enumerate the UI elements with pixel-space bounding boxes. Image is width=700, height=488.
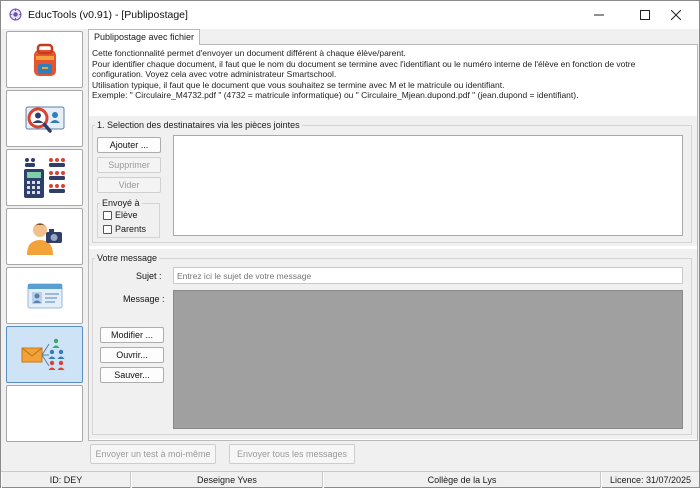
info-line: Cette fonctionnalité permet d'envoyer un… <box>92 48 406 58</box>
module-sidebar <box>6 30 84 442</box>
status-license: Licence: 31/07/2025 <box>601 472 699 488</box>
add-button[interactable]: Ajouter ... <box>97 137 161 153</box>
nav-item-calculator[interactable] <box>6 149 83 206</box>
backpack-icon <box>33 43 56 76</box>
message-group-title: Votre message <box>95 253 160 263</box>
window-title: EducTools (v0.91) - [Publipostage] <box>28 9 188 21</box>
status-id: ID: DEY <box>1 472 131 488</box>
attachments-list[interactable] <box>173 135 683 236</box>
person-camera-icon <box>26 222 62 255</box>
student-checkbox[interactable] <box>103 210 112 220</box>
remove-button[interactable]: Supprimer <box>97 157 161 173</box>
info-line: Utilisation typique, il faut que le docu… <box>92 79 505 90</box>
student-checkbox-label: Elève <box>115 210 138 220</box>
nav-item-empty[interactable] <box>6 385 83 442</box>
mail-people-icon <box>21 338 64 370</box>
subject-label: Sujet : <box>136 271 162 281</box>
nav-item-id-card[interactable] <box>6 267 83 324</box>
close-button[interactable] <box>653 1 699 29</box>
message-label: Message : <box>123 294 165 304</box>
id-card-icon <box>27 283 62 308</box>
student-checkbox-row[interactable]: Elève <box>103 210 138 220</box>
minimize-button[interactable] <box>576 1 622 29</box>
sent-to-title: Envoyé à <box>100 198 142 208</box>
message-editor[interactable] <box>173 290 683 429</box>
send-all-button[interactable]: Envoyer tous les messages <box>229 444 355 464</box>
modify-button[interactable]: Modifier ... <box>100 327 164 343</box>
clear-button[interactable]: Vider <box>97 177 161 193</box>
app-logo-icon <box>9 8 22 21</box>
maximize-icon <box>640 10 650 20</box>
info-line: Exemple: " Circulaire_M4732.pdf " (4732 … <box>92 90 579 101</box>
nav-item-search-person[interactable] <box>6 90 83 147</box>
parents-checkbox[interactable] <box>103 224 112 234</box>
subject-input[interactable] <box>173 267 683 284</box>
nav-item-backpack[interactable] <box>6 31 83 88</box>
nav-item-person-camera[interactable] <box>6 208 83 265</box>
send-test-button[interactable]: Envoyer un test à moi-même <box>90 444 216 464</box>
info-line: Pour identifier chaque document, il faut… <box>92 58 636 69</box>
info-line: configuration. Voyez cela avec votre adm… <box>92 69 337 80</box>
app-window: EducTools (v0.91) - [Publipostage] Publi… <box>0 0 700 488</box>
status-bar: ID: DEY Deseigne Yves Collège de la Lys … <box>1 471 699 488</box>
title-bar[interactable]: EducTools (v0.91) - [Publipostage] <box>1 1 699 29</box>
parents-checkbox-label: Parents <box>115 224 147 234</box>
save-button[interactable]: Sauver... <box>100 367 164 383</box>
parents-checkbox-row[interactable]: Parents <box>103 224 146 234</box>
recipients-group-title: 1. Selection des destinataires via les p… <box>95 120 302 130</box>
nav-item-mailmerge[interactable] <box>6 326 83 383</box>
minimize-icon <box>594 14 604 16</box>
status-school: Collège de la Lys <box>323 472 601 488</box>
status-user: Deseigne Yves <box>131 472 323 488</box>
info-text: Cette fonctionnalité permet d'envoyer un… <box>92 48 692 114</box>
close-icon <box>671 10 681 20</box>
search-person-icon <box>25 106 64 133</box>
tab-mailmerge-file[interactable]: Publipostage avec fichier <box>88 29 201 45</box>
open-button[interactable]: Ouvrir... <box>100 347 164 363</box>
calculator-people-icon <box>23 157 65 198</box>
